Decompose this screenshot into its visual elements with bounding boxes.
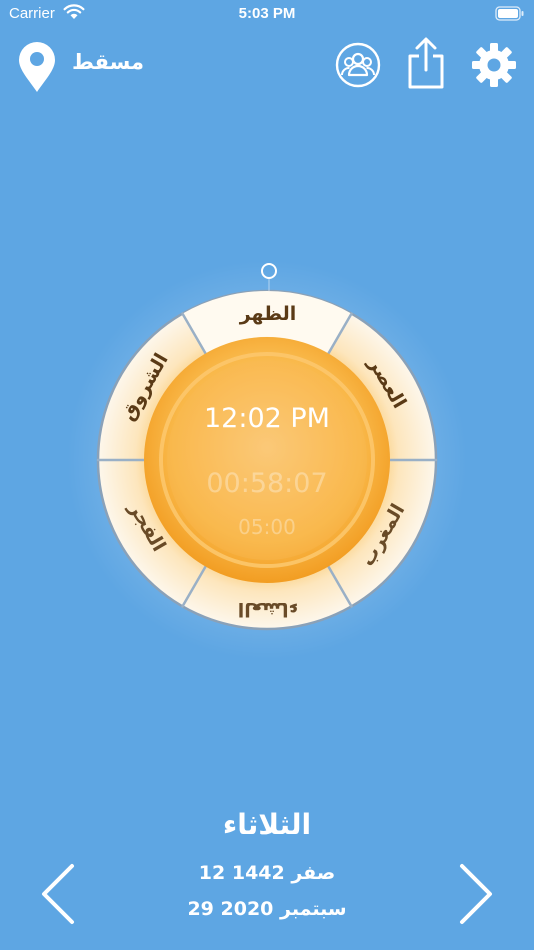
prayer-label-isha[interactable]: العشاء <box>238 598 299 620</box>
chevron-right-icon <box>460 864 492 924</box>
previous-day-button[interactable] <box>38 862 78 930</box>
next-time: 05:00 <box>238 515 296 539</box>
next-day-button[interactable] <box>456 862 496 930</box>
remaining-countdown: 00:58:07 <box>206 468 327 499</box>
chevron-left-icon <box>42 864 74 924</box>
prayer-wheel: الظهر العصر المغرب العشاء الفجر الشروق 1… <box>67 260 467 660</box>
gregorian-date: 29 سبتمبر 2020 <box>187 898 347 920</box>
day-name: الثلاثاء <box>222 808 312 841</box>
hijri-date: 12 صفر 1442 <box>198 862 336 884</box>
prayer-label-dhuhr[interactable]: الظهر <box>239 303 297 325</box>
current-prayer-time: 12:02 PM <box>204 403 330 434</box>
